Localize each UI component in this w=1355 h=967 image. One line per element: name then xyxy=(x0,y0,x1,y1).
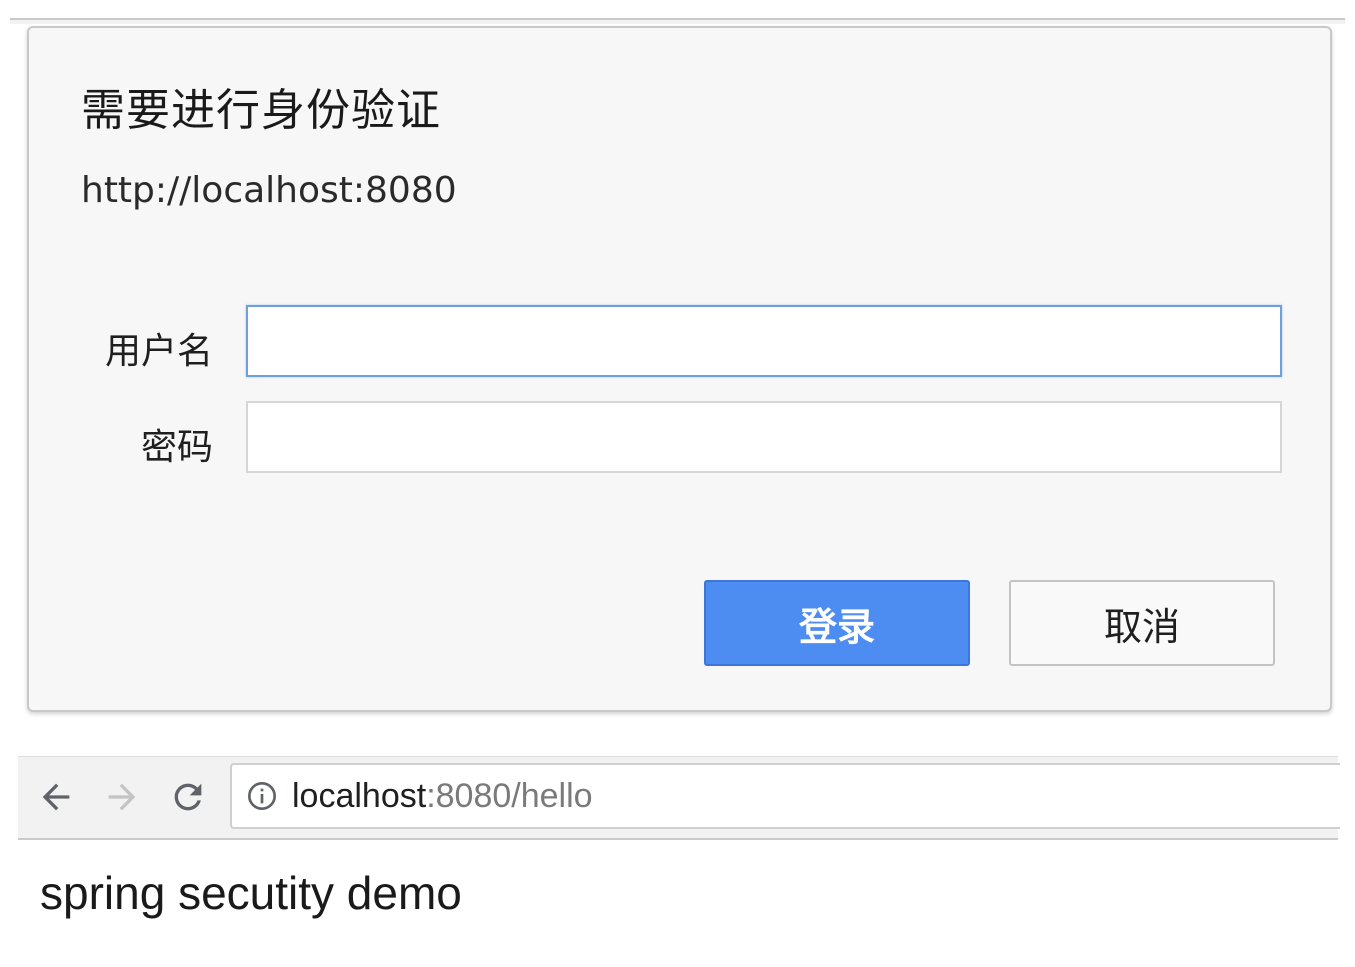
url-text[interactable]: localhost:8080/hello xyxy=(292,777,593,816)
address-bar[interactable]: localhost:8080/hello xyxy=(230,763,1340,829)
back-button[interactable] xyxy=(30,771,82,823)
browser-top-strip xyxy=(10,18,1345,24)
arrow-right-icon xyxy=(108,783,136,811)
reload-icon xyxy=(174,783,202,811)
cancel-button[interactable]: 取消 xyxy=(1009,580,1275,666)
reload-button[interactable] xyxy=(162,771,214,823)
info-icon[interactable] xyxy=(246,780,278,812)
password-label: 密码 xyxy=(140,427,213,468)
browser-toolbar: localhost:8080/hello xyxy=(18,756,1340,840)
page-body-text: spring secutity demo xyxy=(40,867,462,919)
dialog-title: 需要进行身份验证 xyxy=(81,85,441,136)
password-input[interactable] xyxy=(246,401,1282,473)
login-button[interactable]: 登录 xyxy=(704,580,970,666)
arrow-left-icon xyxy=(42,783,70,811)
url-host: localhost xyxy=(292,777,427,815)
username-label: 用户名 xyxy=(104,331,213,372)
forward-button[interactable] xyxy=(96,771,148,823)
dialog-origin: http://localhost:8080 xyxy=(81,170,457,211)
url-path: :8080/hello xyxy=(426,777,593,815)
username-input[interactable] xyxy=(246,305,1282,377)
auth-dialog: 需要进行身份验证 http://localhost:8080 用户名 密码 登录… xyxy=(27,26,1332,712)
